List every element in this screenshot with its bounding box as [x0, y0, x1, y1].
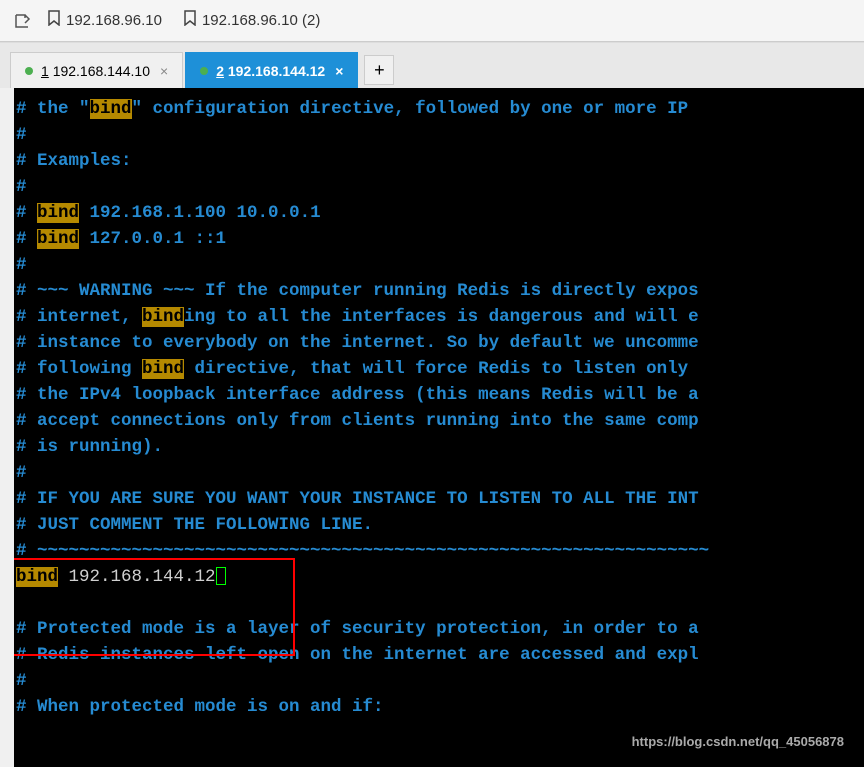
toolbar: 192.168.96.10 192.168.96.10 (2)	[0, 0, 864, 42]
highlight-bind: bind	[90, 99, 132, 119]
cursor-icon	[216, 567, 226, 585]
tab-bar: 1 192.168.144.10 × 2 192.168.144.12 × +	[0, 42, 864, 88]
watermark: https://blog.csdn.net/qq_45056878	[632, 729, 844, 755]
close-icon[interactable]: ×	[335, 63, 343, 79]
status-dot-icon	[25, 67, 33, 75]
tab-label: 192.168.144.10	[53, 63, 150, 79]
bookmark-1[interactable]: 192.168.96.10	[39, 10, 170, 31]
tab-number: 2	[216, 63, 224, 79]
bookmark-label: 192.168.96.10	[66, 12, 162, 29]
highlight-bind: bind	[37, 229, 79, 249]
highlight-bind: bind	[37, 203, 79, 223]
terminal-content[interactable]: # the "bind" configuration directive, fo…	[0, 88, 864, 767]
status-dot-icon	[200, 67, 208, 75]
close-icon[interactable]: ×	[160, 63, 168, 79]
gutter	[0, 88, 14, 767]
tab-2[interactable]: 2 192.168.144.12 ×	[185, 52, 358, 88]
bookmark-2[interactable]: 192.168.96.10 (2)	[175, 10, 328, 31]
bookmark-icon	[47, 10, 61, 31]
bind-address: 192.168.144.12	[58, 567, 216, 587]
highlight-bind: bind	[16, 567, 58, 587]
tab-1[interactable]: 1 192.168.144.10 ×	[10, 52, 183, 88]
tab-number: 1	[41, 63, 49, 79]
highlight-bind: bind	[142, 359, 184, 379]
highlight-bind: bind	[142, 307, 184, 327]
add-tab-button[interactable]: +	[364, 55, 394, 85]
bookmark-icon	[183, 10, 197, 31]
tab-label: 192.168.144.12	[228, 63, 325, 79]
bookmark-label: 192.168.96.10 (2)	[202, 12, 320, 29]
export-icon[interactable]	[10, 9, 34, 33]
